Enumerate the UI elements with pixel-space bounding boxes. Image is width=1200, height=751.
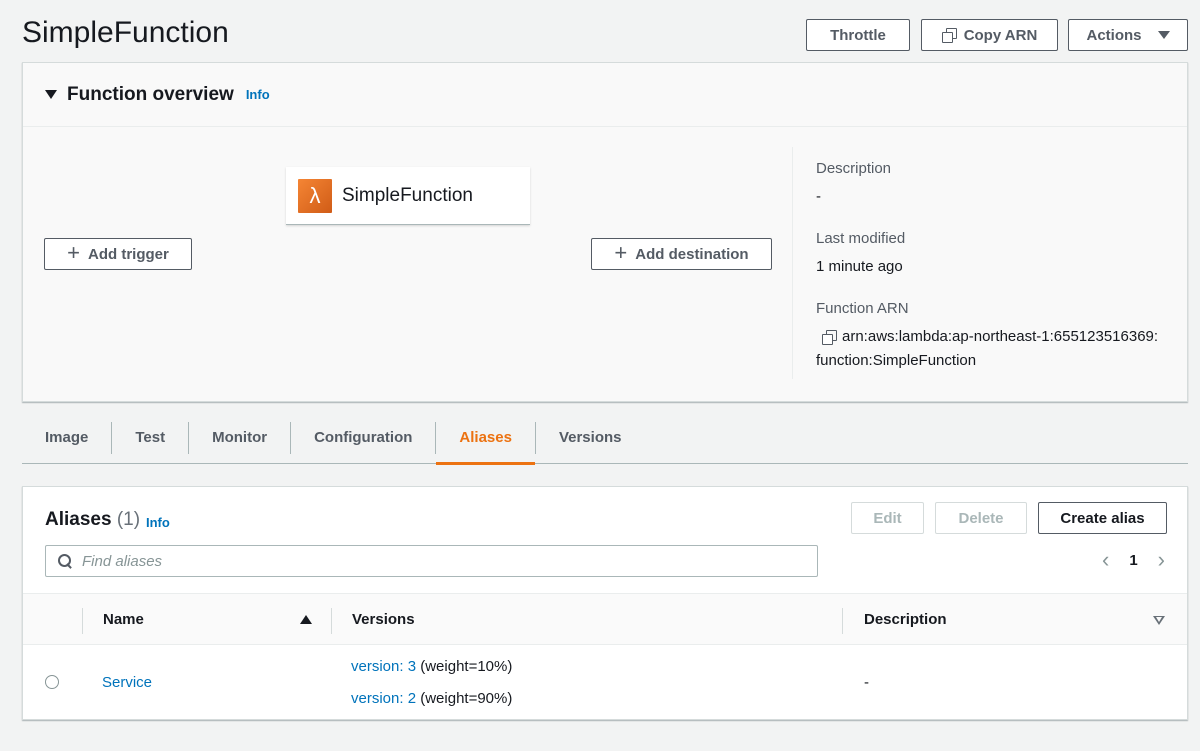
delete-button[interactable]: Delete [935,502,1027,534]
description-value: - [816,188,821,205]
pagination: ‹ 1 › [1102,549,1165,571]
column-header-name[interactable]: Name [103,611,144,628]
last-modified-field: Last modified 1 minute ago [816,230,1176,279]
delete-label: Delete [958,509,1004,527]
add-trigger-label: Add trigger [88,245,169,263]
tab-aliases[interactable]: Aliases [436,421,536,465]
last-modified-label: Last modified [816,230,906,247]
aliases-title-text: Aliases [45,509,112,530]
copy-icon[interactable] [822,330,837,345]
column-separator [331,608,332,634]
overview-info-link[interactable]: Info [246,87,270,102]
add-trigger-button[interactable]: + Add trigger [44,238,192,270]
plus-icon: + [67,240,80,265]
overview-divider [792,147,793,379]
version-link[interactable]: version: 3 [351,658,416,675]
version-link[interactable]: version: 2 [351,690,416,707]
aliases-title: Aliases (1) [45,509,140,531]
chevron-right-icon[interactable]: › [1158,549,1165,571]
function-arn-field: Function ARN arn:aws:lambda:ap-northeast… [816,300,1176,373]
function-tabs: Image Test Monitor Configuration Aliases… [22,412,1188,465]
table-header: Name Versions Description [23,593,1187,645]
tab-label: Monitor [212,429,268,446]
copy-arn-button[interactable]: Copy ARN [921,19,1058,51]
column-separator [842,608,843,634]
function-overview-header[interactable]: Function overview Info [23,63,1187,127]
tab-test[interactable]: Test [112,421,190,454]
function-card[interactable]: λ SimpleFunction [286,167,530,225]
create-alias-button[interactable]: Create alias [1038,502,1167,534]
version-entry: version: 3 (weight=10%) [351,658,512,675]
search-icon [58,554,72,568]
column-header-description[interactable]: Description [864,611,947,628]
throttle-button[interactable]: Throttle [806,19,910,51]
function-overview-title: Function overview [67,83,234,105]
sort-ascending-icon[interactable] [300,615,312,624]
search-input[interactable] [82,552,782,570]
row-radio[interactable] [45,675,59,689]
function-overview-panel: Function overview Info λ SimpleFunction … [22,62,1188,402]
version-weight: (weight=90%) [420,690,513,707]
collapse-caret-icon[interactable] [45,90,57,99]
function-arn-line2: function:SimpleFunction [816,352,977,369]
aliases-count: (1) [116,509,141,530]
tab-label: Aliases [459,429,512,446]
throttle-label: Throttle [830,26,886,44]
tab-configuration[interactable]: Configuration [291,421,437,454]
description-field: Description - [816,160,1176,209]
chevron-left-icon[interactable]: ‹ [1102,549,1109,571]
function-arn-label: Function ARN [816,300,909,317]
copy-arn-label: Copy ARN [963,26,1038,44]
caret-down-icon [1157,31,1170,39]
tab-monitor[interactable]: Monitor [189,421,292,454]
lambda-icon: λ [298,178,332,213]
copy-icon [941,28,957,43]
function-card-name: SimpleFunction [342,184,473,206]
tab-label: Image [45,429,89,446]
version-weight: (weight=10%) [420,658,513,675]
tab-image[interactable]: Image [22,421,113,454]
actions-dropdown-button[interactable]: Actions [1068,19,1188,51]
search-field[interactable] [45,545,818,577]
description-label: Description [816,160,892,177]
add-destination-label: Add destination [635,245,749,263]
alias-description: - [864,674,869,691]
create-alias-label: Create alias [1060,509,1145,527]
tab-label: Test [135,429,166,446]
function-arn-line1: arn:aws:lambda:ap-northeast-1:6551235163… [842,328,1159,345]
column-header-versions[interactable]: Versions [352,611,415,628]
column-separator [82,608,83,634]
edit-label: Edit [873,509,902,527]
actions-label: Actions [1086,26,1142,44]
tab-label: Versions [558,429,622,446]
alias-name-link[interactable]: Service [102,674,152,691]
tab-versions[interactable]: Versions [536,422,645,454]
edit-button[interactable]: Edit [851,502,924,534]
table-row[interactable]: Service version: 3 (weight=10%) version:… [23,645,1187,719]
add-destination-button[interactable]: + Add destination [591,238,772,270]
plus-icon: + [614,240,628,265]
aliases-panel: Aliases (1) Info Edit Delete Create alia… [22,486,1188,720]
page-title: SimpleFunction [22,16,229,49]
last-modified-value: 1 minute ago [816,258,903,275]
page-number[interactable]: 1 [1129,552,1137,569]
function-arn-value: arn:aws:lambda:ap-northeast-1:6551235163… [816,325,1176,373]
sort-icon[interactable] [1153,616,1165,625]
tab-label: Configuration [314,429,413,446]
aliases-info-link[interactable]: Info [146,515,170,530]
version-entry: version: 2 (weight=90%) [351,690,512,707]
